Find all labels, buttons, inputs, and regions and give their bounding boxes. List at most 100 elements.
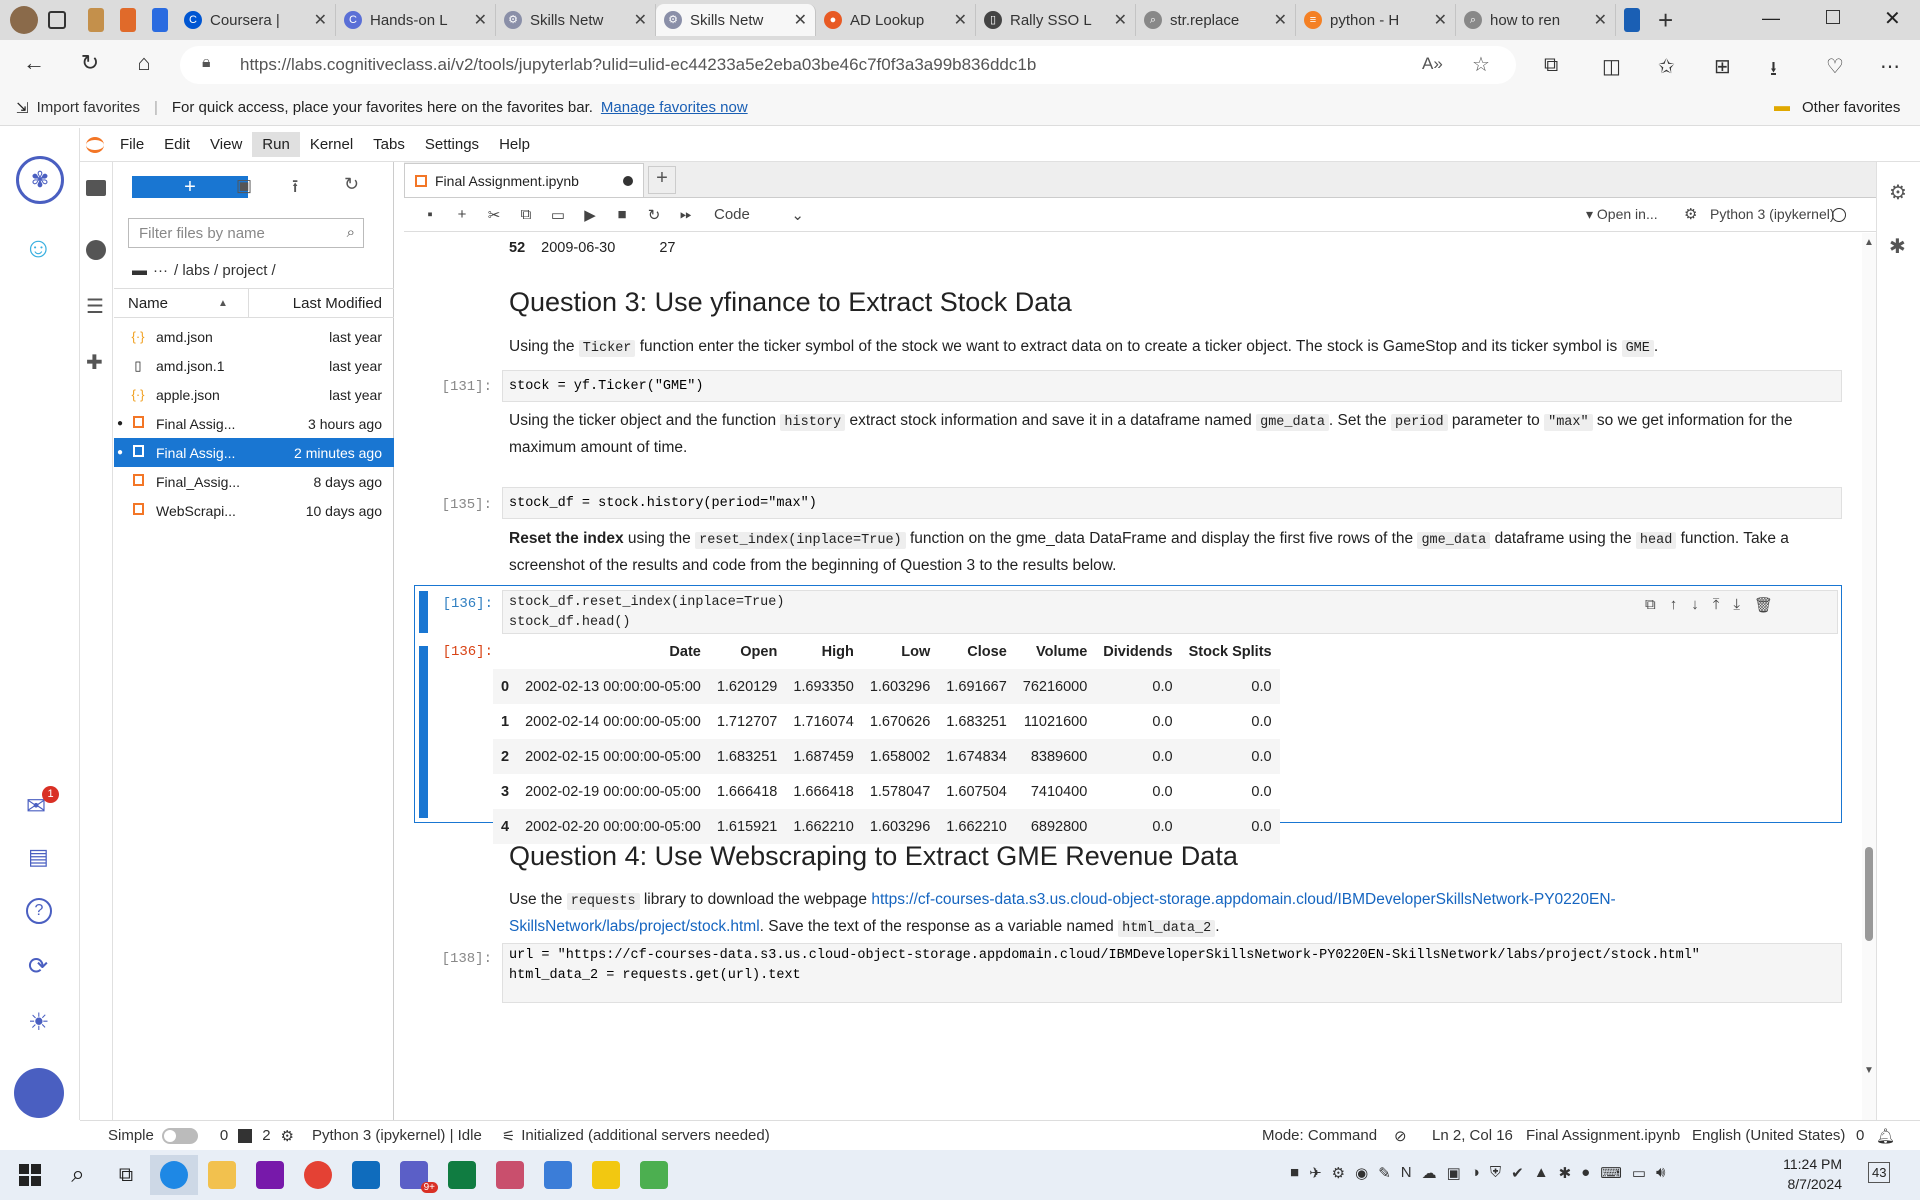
insert-above-icon[interactable]: ⤒ [1713, 596, 1720, 614]
close-tab-icon[interactable]: ✕ [634, 10, 647, 30]
kernel-name[interactable]: Python 3 (ipykernel) [1710, 206, 1835, 222]
browser-essentials-icon[interactable]: ♡ [1826, 54, 1844, 79]
language-status[interactable]: English (United States) [1692, 1127, 1845, 1144]
scroll-thumb[interactable] [1865, 847, 1873, 941]
duplicate-cell-icon[interactable]: ⧉ [1645, 596, 1656, 614]
file-explorer-icon[interactable] [198, 1155, 246, 1195]
theme-icon[interactable]: ☀ [28, 1008, 50, 1037]
browser-tab[interactable]: ⚙ Skills Netw ✕ [656, 4, 816, 36]
tray-app-icon[interactable]: ✔ [1511, 1164, 1524, 1182]
browser-tab[interactable]: C Coursera | ✕ [176, 4, 336, 36]
paste-icon[interactable]: ▭ [542, 206, 574, 224]
debugger-icon[interactable]: ⚙ [1684, 205, 1697, 223]
run-icon[interactable]: ▶ [574, 206, 606, 224]
file-row[interactable]: ● Final Assig... 2 minutes ago [114, 438, 394, 467]
menu-kernel[interactable]: Kernel [300, 132, 363, 157]
search-icon[interactable]: ⌕ [54, 1155, 102, 1195]
edge-taskbar-icon[interactable] [150, 1155, 198, 1195]
profile-avatar[interactable] [10, 6, 38, 34]
notebook-scrollbar[interactable]: ▲ ▼ [1862, 233, 1876, 1120]
shield-tray-icon[interactable]: ⛨ [1490, 1164, 1501, 1182]
save-icon[interactable]: ▪ [414, 206, 446, 223]
menu-file[interactable]: File [110, 132, 154, 157]
property-inspector-icon[interactable]: ⚙ [1889, 180, 1907, 205]
bluetooth-icon[interactable]: ✱ [1559, 1164, 1572, 1182]
new-launcher-button[interactable]: + [132, 176, 248, 198]
running-icon[interactable] [86, 240, 106, 260]
upload-icon[interactable]: ⭱ [292, 174, 298, 196]
insert-below-icon[interactable]: ⤓ [1733, 596, 1740, 614]
settings-more-icon[interactable]: ⋯ [1880, 54, 1900, 79]
cell-type-select[interactable]: Code ⌄ [714, 206, 804, 224]
notification-center[interactable]: 43 [1868, 1162, 1891, 1183]
task-view-icon[interactable]: ⧉ [102, 1155, 150, 1195]
power-bi-icon[interactable] [582, 1155, 630, 1195]
clock[interactable]: 11:24 PM 8/7/2024 [1770, 1154, 1842, 1194]
extensions-icon[interactable]: ⧉ [1544, 54, 1558, 77]
tray-app-icon[interactable]: ⌨ [1600, 1164, 1622, 1182]
move-down-icon[interactable]: ↓ [1691, 596, 1699, 614]
active-cell-136[interactable]: [136]: stock_df.reset_index(inplace=True… [414, 585, 1842, 844]
cloud-icon[interactable]: ☁ [1422, 1164, 1437, 1182]
favorite-star-icon[interactable]: ☆ [1472, 52, 1490, 77]
minimize-button[interactable]: — [1762, 8, 1780, 29]
skills-network-logo[interactable]: ✾ [16, 156, 64, 204]
split-screen-icon[interactable]: ◫ [1602, 54, 1621, 79]
new-folder-icon[interactable]: ▣ [236, 176, 252, 198]
menu-settings[interactable]: Settings [415, 132, 489, 157]
name-column-header[interactable]: Name [128, 295, 218, 312]
cell-collapser-output[interactable] [419, 646, 428, 818]
sync-icon[interactable]: ⟳ [28, 952, 48, 981]
debugger-panel-icon[interactable]: ✱ [1889, 234, 1906, 259]
breadcrumb-path[interactable]: / labs / project / [174, 262, 276, 279]
favorites-icon[interactable]: ✩ [1658, 54, 1675, 79]
cursor-position[interactable]: Ln 2, Col 16 [1432, 1127, 1513, 1144]
kernel-status[interactable]: Python 3 (ipykernel) | Idle [312, 1127, 482, 1144]
open-in-button[interactable]: ▾ Open in... [1586, 206, 1658, 223]
unsaved-dot-icon[interactable] [623, 175, 633, 186]
back-button[interactable]: ← [14, 50, 54, 76]
browser-tab[interactable]: ⌕ how to ren ✕ [1456, 4, 1616, 36]
file-row[interactable]: WebScrapi... 10 days ago [114, 496, 394, 525]
menu-view[interactable]: View [200, 132, 252, 157]
file-row[interactable]: ● Final Assig... 3 hours ago [114, 409, 394, 438]
menu-help[interactable]: Help [489, 132, 540, 157]
file-row[interactable]: {·} apple.json last year [114, 380, 394, 409]
downloads-icon[interactable]: ⭳ [1770, 54, 1777, 88]
browser-tab[interactable]: ⚙ Skills Netw ✕ [496, 4, 656, 36]
pinned-tab-3[interactable] [152, 8, 168, 32]
close-tab-icon[interactable]: ✕ [1594, 10, 1607, 30]
bell-icon[interactable]: 🔔︎ [1876, 1127, 1895, 1145]
close-tab-icon[interactable]: ✕ [474, 10, 487, 30]
file-browser-icon[interactable] [86, 180, 106, 196]
pinned-tab-1[interactable] [88, 8, 104, 32]
onenote-icon[interactable] [246, 1155, 294, 1195]
start-button[interactable] [6, 1155, 54, 1195]
close-tab-icon[interactable]: ✕ [954, 10, 967, 30]
restore-button[interactable] [1826, 10, 1840, 24]
cell-138-code[interactable]: url = "https://cf-courses-data.s3.us.clo… [502, 943, 1842, 1003]
other-favorites-link[interactable]: Other favorites [1802, 99, 1900, 116]
browser-tab[interactable]: C Hands-on L ✕ [336, 4, 496, 36]
refresh-button[interactable]: ↻ [70, 50, 110, 76]
tab-final-assignment[interactable]: Final Assignment.ipynb [404, 163, 644, 197]
collections-icon[interactable]: ⊞ [1714, 54, 1731, 79]
restart-icon[interactable]: ↻ [638, 206, 670, 224]
tray-app-icon[interactable]: ◉ [1355, 1164, 1368, 1182]
modified-column-header[interactable]: Last Modified [249, 295, 394, 312]
user-avatar-icon[interactable] [14, 1068, 64, 1118]
stop-icon[interactable]: ■ [606, 206, 638, 223]
tray-app-icon[interactable]: ✎ [1378, 1164, 1391, 1182]
tray-app-icon[interactable]: ⚙ [1332, 1164, 1345, 1182]
calculator-app-icon[interactable] [534, 1155, 582, 1195]
lsp-status[interactable]: Initialized (additional servers needed) [521, 1127, 769, 1144]
news-icon[interactable]: ▤ [28, 844, 49, 870]
menu-edit[interactable]: Edit [154, 132, 200, 157]
new-tab-button[interactable]: + [1658, 5, 1673, 36]
import-favorites-link[interactable]: Import favorites [37, 99, 140, 116]
pinned-tab-4[interactable] [1624, 8, 1640, 32]
import-favorites-icon[interactable]: ⇲ [16, 99, 29, 117]
tray-app-icon[interactable]: ▲ [1534, 1164, 1549, 1182]
file-row[interactable]: {·} amd.json last year [114, 322, 394, 351]
cell-135-code[interactable]: stock_df = stock.history(period="max") [502, 487, 1842, 519]
